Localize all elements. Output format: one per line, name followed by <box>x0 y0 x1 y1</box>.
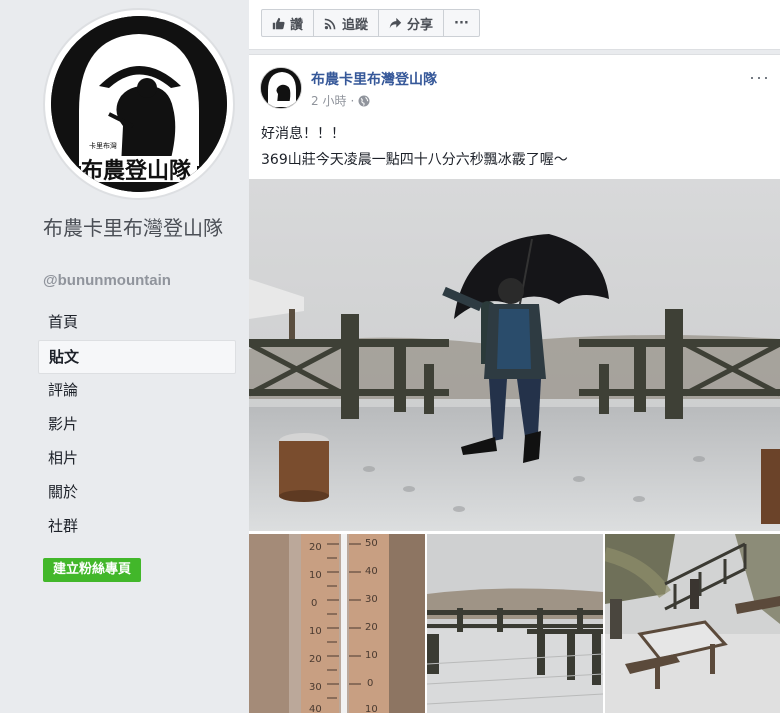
svg-text:50: 50 <box>365 538 378 549</box>
snowy-deck-photo <box>427 534 603 713</box>
post-photo-thumbnail-2[interactable] <box>427 534 603 713</box>
nav-item-community[interactable]: 社群 <box>38 510 236 544</box>
thumbs-up-icon <box>272 17 285 29</box>
post-author-avatar[interactable] <box>260 67 302 109</box>
post-photo-main[interactable] <box>249 179 780 531</box>
logo-image: 卡里布灣 布農登山隊 <box>51 16 227 192</box>
svg-text:10: 10 <box>365 650 378 661</box>
post-options-icon[interactable]: ··· <box>749 67 770 88</box>
svg-text:10: 10 <box>365 704 378 713</box>
nav-item-home[interactable]: 首頁 <box>38 306 236 340</box>
post-timestamp[interactable]: 2 小時 <box>311 92 346 109</box>
rss-icon <box>324 18 336 29</box>
nav-item-reviews[interactable]: 評論 <box>38 374 236 408</box>
picnic-table-photo <box>605 534 780 713</box>
like-label: 讚 <box>290 17 304 33</box>
like-button[interactable]: 讚 <box>262 10 315 36</box>
nav-item-videos[interactable]: 影片 <box>38 408 236 442</box>
page-action-bar: 讚 追蹤 分享 ··· <box>249 0 780 50</box>
logo-small-text: 卡里布灣 <box>89 141 117 150</box>
post-meta: 2 小時 · <box>311 92 370 109</box>
post-text: 好消息！！！ 369山莊今天凌晨一點四十八分六秒飄冰霰了喔～ <box>261 121 568 173</box>
follow-label: 追蹤 <box>342 17 369 33</box>
svg-text:10: 10 <box>309 570 322 581</box>
follow-button[interactable]: 追蹤 <box>314 10 380 36</box>
post-text-line-1: 好消息！！！ <box>261 126 345 142</box>
share-label: 分享 <box>407 17 434 33</box>
svg-text:40: 40 <box>365 566 378 577</box>
meta-separator: · <box>350 93 355 108</box>
page-profile-picture[interactable]: 卡里布灣 布農登山隊 <box>43 8 235 200</box>
svg-text:40: 40 <box>309 704 322 713</box>
post-author-name[interactable]: 布農卡里布灣登山隊 <box>311 69 437 89</box>
logo-text: 布農登山隊 <box>81 158 192 184</box>
nav-item-about[interactable]: 關於 <box>38 476 236 510</box>
thermometer-photo: 20 50 10 40 0 30 10 20 20 10 30 0 40 10 <box>249 534 425 713</box>
post-photo-thumbnail-3[interactable] <box>605 534 780 713</box>
page-nav: 首頁 貼文 評論 影片 相片 關於 社群 <box>38 306 236 544</box>
nav-item-posts[interactable]: 貼文 <box>38 340 236 374</box>
svg-text:30: 30 <box>365 594 378 605</box>
svg-text:0: 0 <box>367 678 373 689</box>
svg-text:10: 10 <box>309 626 322 637</box>
create-page-button[interactable]: 建立粉絲專頁 <box>43 558 142 582</box>
post-photo-thumbnail-1[interactable]: 20 50 10 40 0 30 10 20 20 10 30 0 40 10 <box>249 534 425 713</box>
nav-item-photos[interactable]: 相片 <box>38 442 236 476</box>
logo-avatar-icon <box>261 68 301 108</box>
left-column: 卡里布灣 布農登山隊 布農卡里布灣登山隊 @bununmountain 首頁 貼… <box>0 0 248 713</box>
svg-text:20: 20 <box>365 622 378 633</box>
svg-text:30: 30 <box>309 682 322 693</box>
svg-text:20: 20 <box>309 654 322 665</box>
photo-main-image <box>249 179 780 531</box>
share-arrow-icon <box>389 17 402 28</box>
share-button[interactable]: 分享 <box>379 10 445 36</box>
svg-text:20: 20 <box>309 542 322 553</box>
action-button-group: 讚 追蹤 分享 ··· <box>261 9 480 37</box>
post-card: 布農卡里布灣登山隊 2 小時 · ··· 好消息！！！ 369山莊今天凌晨一點四… <box>249 54 780 713</box>
more-icon: ··· <box>454 15 469 31</box>
svg-text:0: 0 <box>311 598 317 609</box>
globe-icon[interactable] <box>358 95 370 107</box>
page-handle[interactable]: @bununmountain <box>43 272 171 289</box>
more-actions-button[interactable]: ··· <box>444 10 479 36</box>
page-name[interactable]: 布農卡里布灣登山隊 <box>43 216 238 241</box>
post-text-line-2: 369山莊今天凌晨一點四十八分六秒飄冰霰了喔～ <box>261 152 568 168</box>
